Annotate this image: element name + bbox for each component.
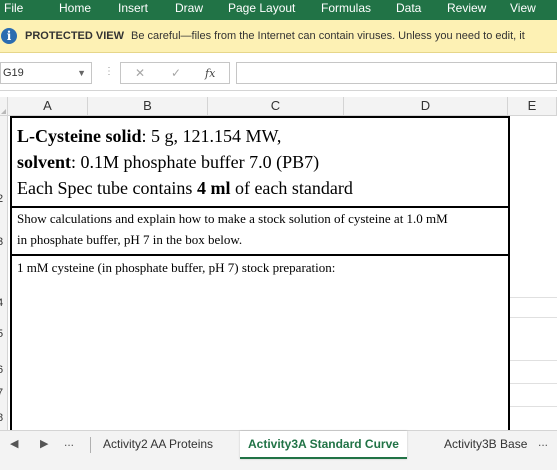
gridline <box>510 383 557 384</box>
protected-view-bar: i PROTECTED VIEW Be careful—files from t… <box>0 20 557 53</box>
formula-input[interactable] <box>236 62 557 84</box>
chevron-down-icon[interactable]: ▼ <box>77 63 86 83</box>
row-header-strip: 2 3 4 5 6 7 8 <box>0 116 8 430</box>
solvent-detail: : 0.1M phosphate buffer 7.0 (PB7) <box>71 152 320 172</box>
row-header-7[interactable]: 7 <box>0 387 3 399</box>
compound-line: L-Cysteine solid: 5 g, 121.154 MW, <box>17 126 281 147</box>
tab-draw[interactable]: Draw <box>175 0 203 20</box>
row-header-6[interactable]: 6 <box>0 364 3 376</box>
tab-view[interactable]: View <box>510 0 536 20</box>
gridline <box>510 360 557 361</box>
vertical-dots-icon: ⋮ <box>104 66 114 77</box>
tab-home[interactable]: Home <box>59 0 91 20</box>
tab-data[interactable]: Data <box>396 0 421 20</box>
column-header-c[interactable]: C <box>208 97 344 116</box>
scroll-right-icon[interactable]: ▶ <box>40 437 48 450</box>
instructions-line-1: Show calculations and explain how to mak… <box>17 211 448 226</box>
tab-separator <box>90 437 91 453</box>
more-sheets-left[interactable]: ... <box>64 435 74 449</box>
scroll-left-icon[interactable]: ◀ <box>10 437 18 450</box>
sheet-tab-activity3a[interactable]: Activity3A Standard Curve <box>240 431 407 459</box>
column-header-e[interactable]: E <box>508 97 557 116</box>
column-header-b[interactable]: B <box>88 97 208 116</box>
protected-view-message: Be careful—files from the Internet can c… <box>131 30 525 42</box>
name-box[interactable]: G19 ▼ <box>0 62 92 84</box>
row-header-5[interactable]: 5 <box>0 328 3 340</box>
enter-check-icon[interactable]: ✓ <box>171 66 181 80</box>
gridline <box>510 406 557 407</box>
cancel-icon[interactable]: ✕ <box>135 66 145 80</box>
tab-review[interactable]: Review <box>447 0 486 20</box>
insert-function-icon[interactable]: fx <box>205 67 215 80</box>
compound-label: L-Cysteine solid <box>17 126 142 146</box>
gridline <box>510 297 557 298</box>
tab-insert[interactable]: Insert <box>118 0 148 20</box>
more-sheets-right[interactable]: ... <box>538 435 548 449</box>
stock-prep-label: 1 mM cysteine (in phosphate buffer, pH 7… <box>17 260 336 275</box>
tab-page-layout[interactable]: Page Layout <box>228 0 295 20</box>
spec-tube-volume: 4 ml <box>196 178 231 198</box>
info-icon: i <box>1 28 17 44</box>
name-box-value: G19 <box>3 67 24 79</box>
row-header-4[interactable]: 4 <box>0 297 3 309</box>
header-box[interactable]: L-Cysteine solid: 5 g, 121.154 MW, solve… <box>10 116 510 208</box>
column-header-a[interactable]: A <box>8 97 88 116</box>
tab-formulas[interactable]: Formulas <box>321 0 371 20</box>
compound-detail: : 5 g, 121.154 MW, <box>141 126 282 146</box>
gridline <box>510 317 557 318</box>
formula-buttons: ✕ ✓ fx <box>120 62 230 84</box>
spec-tube-start: Each Spec tube contains <box>17 178 197 198</box>
ribbon-tabs: File Home Insert Draw Page Layout Formul… <box>0 0 557 20</box>
column-header-d[interactable]: D <box>344 97 508 116</box>
instructions-box[interactable]: Show calculations and explain how to mak… <box>10 206 510 256</box>
spec-tube-end: of each standard <box>230 178 353 198</box>
solvent-line: solvent: 0.1M phosphate buffer 7.0 (PB7) <box>17 152 319 173</box>
select-all-corner[interactable] <box>0 97 8 116</box>
protected-view-title: PROTECTED VIEW <box>25 30 125 42</box>
row-header-2[interactable]: 2 <box>0 193 3 205</box>
sheet-tab-bar: ◀ ▶ ... Activity2 AA Proteins Activity3A… <box>0 430 557 470</box>
row-header-8[interactable]: 8 <box>0 412 3 424</box>
answer-box[interactable]: 1 mM cysteine (in phosphate buffer, pH 7… <box>10 254 510 440</box>
formula-bar: G19 ▼ ⋮ ✕ ✓ fx <box>0 53 557 91</box>
row-header-3[interactable]: 3 <box>0 236 3 248</box>
instructions-line-2: in phosphate buffer, pH 7 in the box bel… <box>17 232 243 247</box>
tab-file[interactable]: File <box>4 0 23 20</box>
sheet-tab-activity2[interactable]: Activity2 AA Proteins <box>95 431 221 459</box>
sheet-tab-activity3b[interactable]: Activity3B Base <box>436 431 535 459</box>
solvent-label: solvent <box>17 152 71 172</box>
spec-tube-line: Each Spec tube contains 4 ml of each sta… <box>17 178 353 199</box>
